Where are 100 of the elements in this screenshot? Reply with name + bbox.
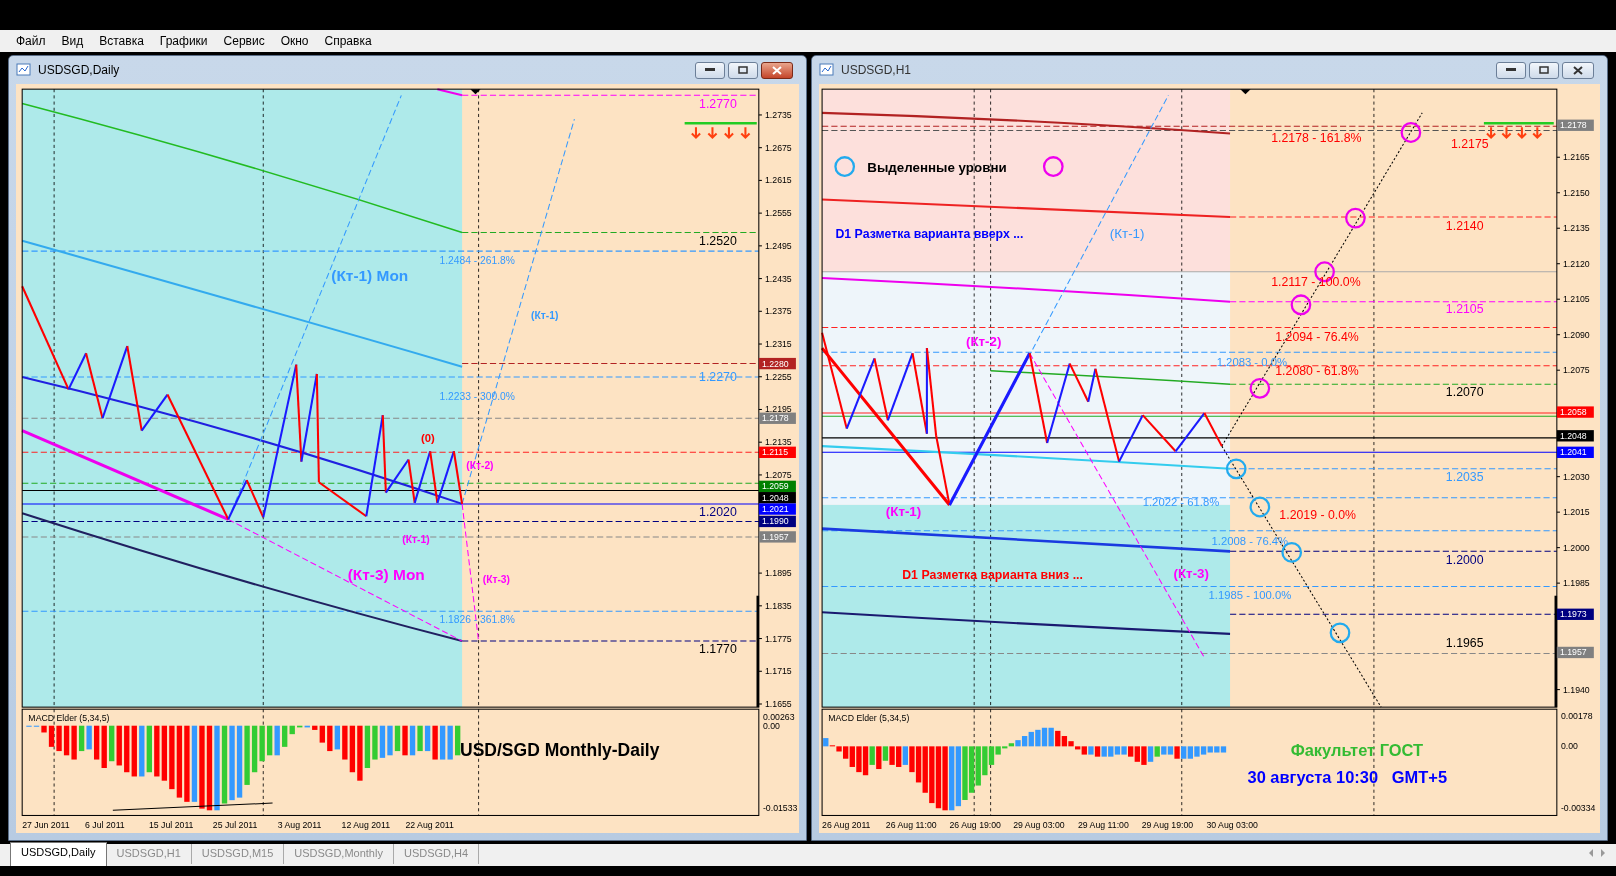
- indicator-axis-label: 0.00263: [762, 712, 795, 723]
- price-axis-label: 1.2030: [1563, 471, 1590, 482]
- arrow-down-icon: [1516, 126, 1528, 140]
- chart-label: (Кт-2): [965, 334, 1002, 350]
- price-tag-text: 1.2058: [1559, 407, 1587, 418]
- tab[interactable]: USDSGD,Daily: [10, 842, 107, 866]
- time-axis-label: 26 Aug 19:00: [949, 819, 1001, 830]
- chart-label: (Кт-3): [482, 573, 511, 585]
- indicator-axis-label: 0.00: [1560, 741, 1578, 752]
- price-tag-text: 1.1973: [1559, 609, 1587, 620]
- chart-label: D1 Разметка варианта вниз ...: [902, 568, 1083, 583]
- menu-item[interactable]: Справка: [316, 31, 380, 51]
- chart-label: 1.2105: [1445, 301, 1484, 316]
- price-axis-label: 1.2015: [1563, 507, 1590, 518]
- histogram-bar: [455, 725, 461, 756]
- price-axis-label: 1.2435: [765, 273, 792, 284]
- price-axis-label: 1.1715: [765, 666, 792, 677]
- chart-label: (Кт-1) Mon: [331, 267, 409, 285]
- level-line: [1483, 121, 1554, 125]
- close-button[interactable]: [761, 61, 793, 79]
- price-axis-label: 1.2000: [1563, 542, 1590, 553]
- time-axis-label: 26 Aug 2011: [822, 819, 871, 830]
- chart-icon: [819, 63, 835, 77]
- menu-item[interactable]: Окно: [272, 31, 317, 51]
- chart-label: 1.2770: [699, 96, 737, 111]
- arrow-down-icon: [690, 126, 702, 140]
- price-axis-label: 1.1985: [1563, 578, 1590, 589]
- close-icon: [772, 65, 782, 75]
- price-axis-label: 1.2315: [765, 339, 792, 350]
- price-axis-label: 1.1775: [765, 633, 792, 644]
- arrow-down-icon: [1501, 126, 1512, 140]
- restore-button[interactable]: [728, 61, 758, 79]
- close-button[interactable]: [1562, 61, 1594, 79]
- circle-marker: [1400, 122, 1422, 143]
- menu-item[interactable]: Вид: [53, 31, 92, 51]
- time-axis-label: 15 Jul 2011: [148, 819, 194, 830]
- time-axis-label: 29 Aug 19:00: [1141, 819, 1194, 830]
- minimize-icon: [705, 68, 715, 72]
- price-tag-text: 1.2178: [1559, 120, 1587, 131]
- price-tag-text: 1.2048: [761, 492, 789, 503]
- price-axis-label: 1.2195: [765, 404, 792, 415]
- arrow-down-icon: [707, 126, 718, 140]
- price-axis-label: 1.2135: [765, 437, 792, 448]
- price-tag-text: 1.2280: [761, 358, 789, 369]
- arrow-down-icon: [723, 126, 735, 140]
- chart-label: 1.2520: [699, 233, 737, 248]
- chart-caption: 30 августа 10:30 GMT+5: [1247, 768, 1448, 787]
- circle-marker: [1249, 377, 1271, 399]
- indicator-name: MACD Elder (5,34,5): [828, 713, 910, 724]
- chart-icon: [16, 63, 32, 77]
- circle-marker: [834, 156, 856, 177]
- time-axis-label: 27 Jun 2011: [22, 819, 70, 830]
- circle-marker: [1042, 156, 1064, 177]
- indicator-axis-label: 0.00178: [1560, 711, 1593, 722]
- arrow-down-icon: [1485, 126, 1497, 140]
- restore-button[interactable]: [1529, 61, 1559, 79]
- chart-label: (Кт-3) Mon: [347, 565, 425, 583]
- price-axis-label: 1.2105: [1563, 294, 1590, 305]
- menu-item[interactable]: Графики: [151, 31, 216, 51]
- chart-label: (Кт-1): [531, 309, 559, 321]
- time-axis-label: 6 Jul 2011: [85, 819, 125, 830]
- price-axis-label: 1.2135: [1563, 223, 1590, 234]
- indicator-axis-label: -0.00334: [1560, 803, 1596, 814]
- price-axis-label: 1.2615: [765, 175, 792, 186]
- price-axis-label: 1.2495: [765, 240, 792, 251]
- time-axis-label: 29 Aug 03:00: [1013, 819, 1065, 830]
- chart-label: 1.2117 - 100.0%: [1271, 275, 1361, 290]
- price-tag-text: 1.2048: [1559, 430, 1587, 441]
- price-tag-text: 1.1957: [761, 531, 789, 542]
- price-axis-label: 1.2675: [765, 142, 792, 153]
- price-tag-text: 1.2059: [761, 481, 789, 492]
- menu-item[interactable]: Вставка: [91, 31, 152, 51]
- arrow-down-icon: [740, 126, 751, 140]
- price-axis-label: 1.2075: [1563, 365, 1590, 376]
- circle-marker: [1290, 294, 1312, 316]
- chart-label: 1.2035: [1445, 470, 1484, 485]
- price-tag-text: 1.2021: [761, 504, 789, 515]
- price-axis-label: 1.1835: [765, 600, 792, 611]
- window-title: USDSGD,Daily: [38, 63, 121, 77]
- chart-caption: Факультет ГОСТ: [1290, 741, 1424, 760]
- time-axis-label: 30 Aug 03:00: [1206, 819, 1258, 830]
- chart-label: 1.2070: [1445, 385, 1484, 400]
- time-axis-label: 12 Aug 2011: [341, 819, 391, 830]
- minimize-button[interactable]: [1496, 61, 1526, 79]
- window-title: USDSGD,H1: [841, 63, 912, 77]
- menu-item[interactable]: Сервис: [215, 31, 273, 51]
- price-tag-text: 1.2115: [761, 447, 788, 458]
- chart-label: 1.2022 - 61.8%: [1142, 495, 1220, 508]
- minimize-button[interactable]: [695, 61, 725, 79]
- close-icon: [1573, 65, 1583, 75]
- price-axis-label: 1.2120: [1563, 258, 1590, 269]
- menu-item[interactable]: Файл: [8, 31, 54, 51]
- price-tag-text: 1.2041: [1559, 447, 1587, 458]
- chart-label: 1.2094 - 76.4%: [1275, 329, 1359, 344]
- chart-label: 1.2020: [699, 505, 737, 520]
- price-tag-text: 1.2178: [761, 413, 789, 424]
- chart-label: 1.1965: [1445, 636, 1484, 651]
- chart-label: Выделенные уровни: [867, 160, 1007, 176]
- price-tag-text: 1.1957: [1559, 647, 1587, 658]
- chart-label: 1.2000: [1445, 552, 1484, 567]
